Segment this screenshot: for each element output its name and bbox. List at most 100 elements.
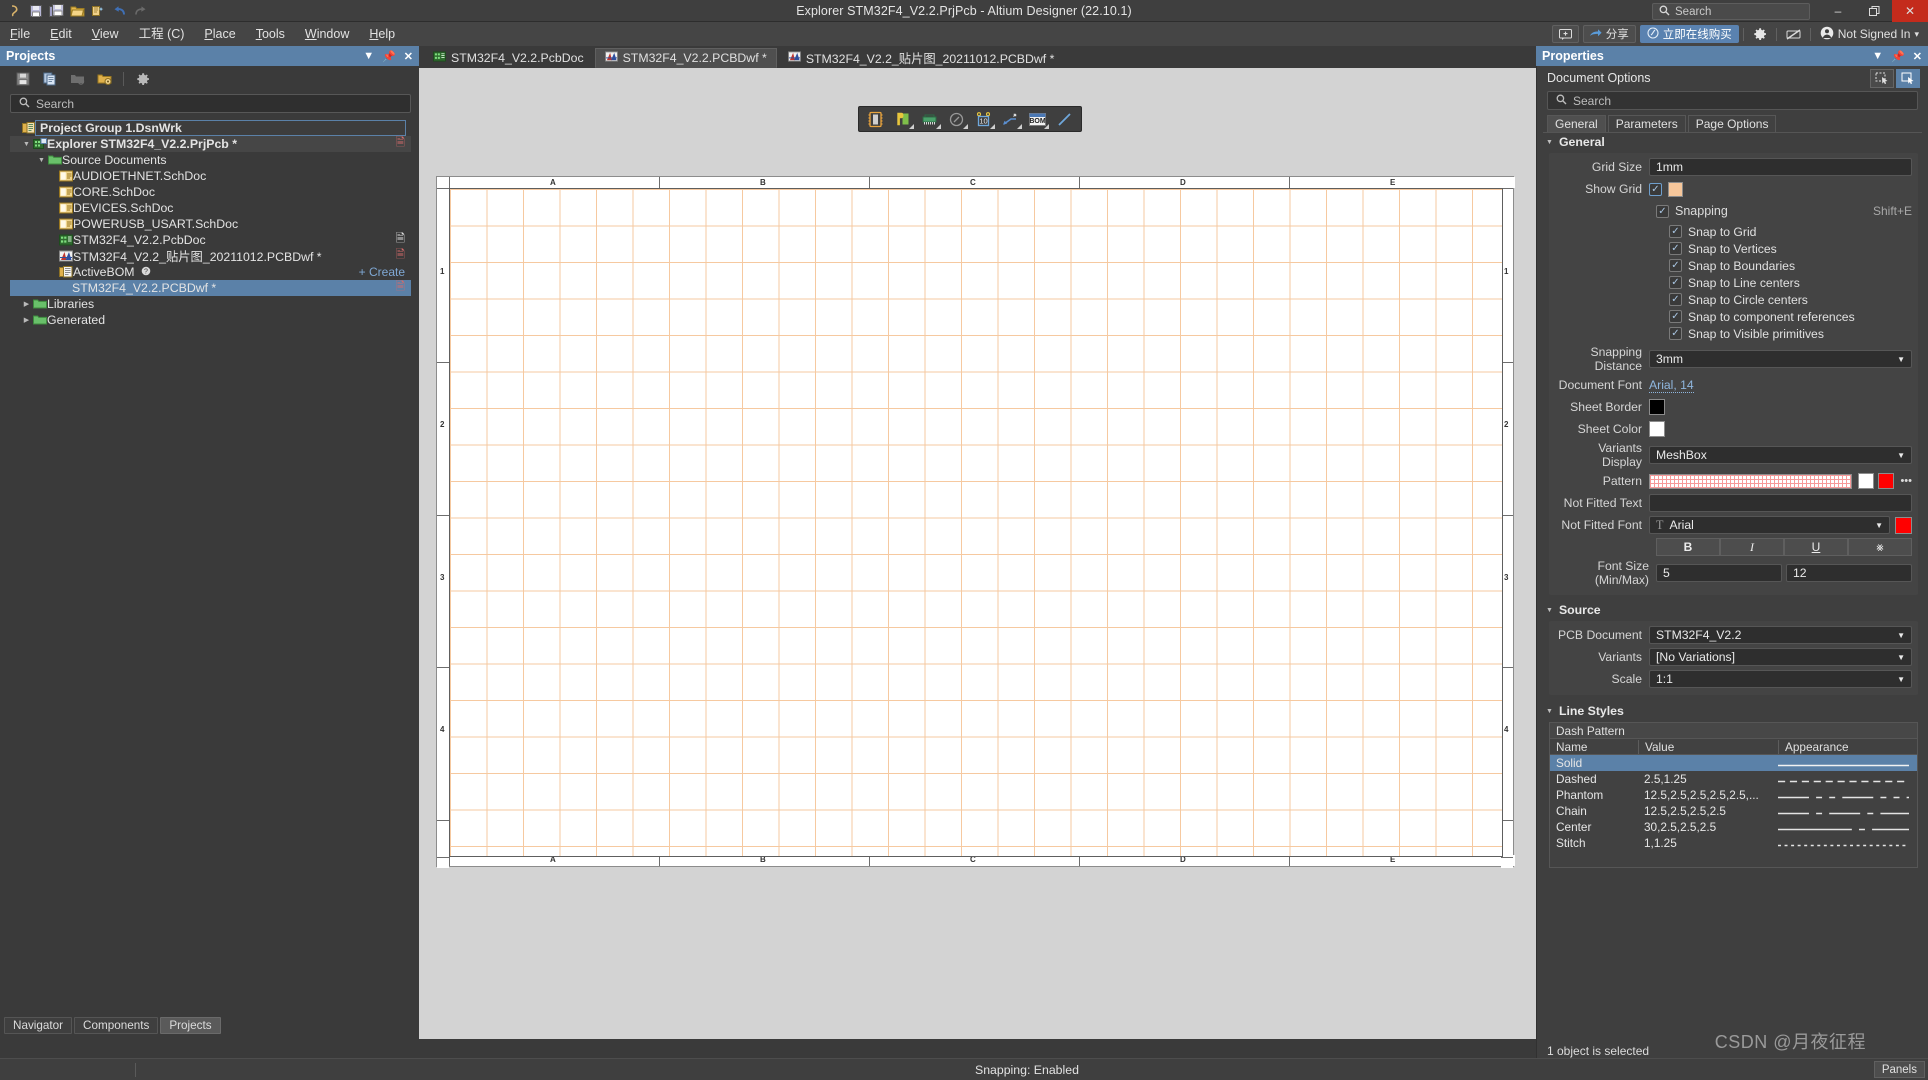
snap-to-grid-row[interactable]: ✓ Snap to Grid: [1669, 223, 1912, 240]
undo-icon[interactable]: [110, 2, 129, 20]
close-icon[interactable]: ✕: [1913, 50, 1922, 63]
tab-general[interactable]: General: [1547, 115, 1606, 132]
minimize-button[interactable]: –: [1820, 0, 1856, 22]
menu-view[interactable]: View: [82, 22, 129, 46]
open-icon[interactable]: [68, 2, 87, 20]
not-fitted-font-combo[interactable]: T Arial ▼: [1649, 516, 1890, 534]
snap-to-visible-primitives-row[interactable]: ✓ Snap to Visible primitives: [1669, 325, 1912, 342]
account-button[interactable]: Not Signed In ▾: [1815, 26, 1924, 43]
doc-tab-pcbdoc[interactable]: STM32F4_V2.2.PcbDoc: [423, 48, 594, 68]
snap-to-boundaries-checkbox[interactable]: ✓: [1669, 259, 1682, 272]
expand-icon[interactable]: ▶: [21, 316, 32, 324]
project-options-icon[interactable]: [96, 71, 112, 87]
strikethrough-button[interactable]: ⨳: [1848, 538, 1912, 556]
global-search-input[interactable]: Search: [1652, 3, 1810, 20]
snap-to-line-centers-row[interactable]: ✓ Snap to Line centers: [1669, 274, 1912, 291]
select-all-button[interactable]: [1896, 68, 1920, 88]
scale-combo[interactable]: 1:1 ▼: [1649, 670, 1912, 688]
save-icon[interactable]: [26, 2, 45, 20]
tree-item-audioethnet[interactable]: AUDIOETHNET.SchDoc: [10, 168, 411, 184]
close-icon[interactable]: ✕: [404, 50, 413, 63]
share-button[interactable]: 分享: [1582, 25, 1636, 43]
snapping-checkbox[interactable]: ✓: [1656, 204, 1669, 218]
tree-item-pcbdoc[interactable]: STM32F4_V2.2.PcbDoc 🗎: [10, 232, 411, 248]
menu-place[interactable]: Place: [194, 22, 245, 46]
not-fitted-font-color-swatch[interactable]: [1895, 516, 1912, 534]
pcb-document-combo[interactable]: STM32F4_V2.2 ▼: [1649, 626, 1912, 644]
expand-icon[interactable]: ▶: [21, 300, 32, 308]
table-row-center[interactable]: Center 30,2.5,2.5,2.5: [1550, 819, 1917, 835]
quick-access-toolbar[interactable]: [0, 2, 150, 20]
board-fabrication-icon[interactable]: [917, 108, 942, 130]
projects-search-input[interactable]: Search: [10, 94, 411, 113]
menu-file[interactable]: File: [0, 22, 40, 46]
draftsman-placement-toolbar[interactable]: 10 BOM: [858, 106, 1082, 132]
copy-icon[interactable]: [42, 71, 58, 87]
menu-help[interactable]: Help: [359, 22, 405, 46]
save-icon[interactable]: [15, 71, 31, 87]
table-row-phantom[interactable]: Phantom 12.5,2.5,2.5,2.5,2.5,...: [1550, 787, 1917, 803]
tree-item-activebom[interactable]: ActiveBOM ? + Create: [10, 264, 411, 280]
variants-display-combo[interactable]: MeshBox ▼: [1649, 446, 1912, 464]
menu-edit[interactable]: Edit: [40, 22, 82, 46]
tab-page-options[interactable]: Page Options: [1687, 115, 1777, 132]
callout-icon[interactable]: [998, 108, 1023, 130]
snap-to-component-references-row[interactable]: ✓ Snap to component references: [1669, 308, 1912, 325]
tab-components[interactable]: Components: [74, 1016, 159, 1034]
collapse-icon[interactable]: ▼: [36, 157, 47, 164]
gear-icon[interactable]: [135, 71, 151, 87]
line-icon[interactable]: [1052, 108, 1077, 130]
tree-item-generated[interactable]: ▶ Generated: [10, 312, 411, 328]
extensions-button[interactable]: [1781, 28, 1806, 41]
pattern-more-button[interactable]: •••: [1900, 475, 1912, 487]
maximize-button[interactable]: [1856, 0, 1892, 22]
panels-button[interactable]: Panels: [1873, 1061, 1925, 1078]
snap-to-component-references-checkbox[interactable]: ✓: [1669, 310, 1682, 323]
tree-item-powerusb-usart[interactable]: POWERUSB_USART.SchDoc: [10, 216, 411, 232]
collapse-icon[interactable]: ▼: [21, 141, 32, 148]
draftsman-canvas[interactable]: A B C D E A B C D E 1 2 3 4 1 2 3 4: [419, 68, 1536, 1039]
font-size-min-input[interactable]: 5: [1656, 564, 1782, 582]
doc-tab-pcbdwf-cn[interactable]: STM32F4_V2.2_贴片图_20211012.PCBDwf *: [777, 48, 1065, 68]
select-similar-button[interactable]: [1870, 68, 1894, 88]
grid-size-input[interactable]: 1mm: [1649, 158, 1912, 176]
open-project-icon[interactable]: [89, 2, 108, 20]
table-row-dashed[interactable]: Dashed 2.5,1.25: [1550, 771, 1917, 787]
tree-item-draftsman-cn[interactable]: STM32F4_V2.2_贴片图_20211012.PCBDwf * 🗎: [10, 248, 411, 264]
tree-item-devices[interactable]: DEVICES.SchDoc: [10, 200, 411, 216]
sheet-border-color-swatch[interactable]: [1649, 399, 1665, 415]
sheet-color-swatch[interactable]: [1649, 421, 1665, 437]
table-row-solid[interactable]: Solid: [1550, 755, 1917, 771]
snap-to-vertices-checkbox[interactable]: ✓: [1669, 242, 1682, 255]
buy-online-button[interactable]: 立即在线购买: [1639, 25, 1739, 43]
snap-to-visible-primitives-checkbox[interactable]: ✓: [1669, 327, 1682, 340]
menu-tools[interactable]: Tools: [246, 22, 295, 46]
italic-button[interactable]: I: [1720, 538, 1784, 556]
snap-to-grid-checkbox[interactable]: ✓: [1669, 225, 1682, 238]
pattern-color-b-swatch[interactable]: [1878, 473, 1895, 489]
bom-table-icon[interactable]: BOM: [1025, 108, 1050, 130]
pattern-preview[interactable]: [1649, 473, 1853, 489]
snap-to-vertices-row[interactable]: ✓ Snap to Vertices: [1669, 240, 1912, 257]
tree-item-pcbdwf-selected[interactable]: STM32F4_V2.2.PCBDwf * 🗎: [10, 280, 411, 296]
help-icon[interactable]: ?: [141, 265, 151, 279]
drawing-sheet[interactable]: A B C D E A B C D E 1 2 3 4 1 2 3 4: [436, 176, 1515, 868]
feedback-button[interactable]: [1551, 25, 1579, 43]
bold-button[interactable]: B: [1656, 538, 1720, 556]
snap-to-circle-centers-row[interactable]: ✓ Snap to Circle centers: [1669, 291, 1912, 308]
snap-to-line-centers-checkbox[interactable]: ✓: [1669, 276, 1682, 289]
doc-tab-pcbdwf[interactable]: STM32F4_V2.2.PCBDwf *: [594, 48, 777, 68]
properties-search-input[interactable]: Search: [1547, 91, 1918, 110]
section-header-general[interactable]: ▼ General: [1537, 133, 1928, 151]
dimension-icon[interactable]: 10: [971, 108, 996, 130]
tree-item-core[interactable]: CORE.SchDoc: [10, 184, 411, 200]
board-assembly-icon[interactable]: [890, 108, 915, 130]
snap-to-circle-centers-checkbox[interactable]: ✓: [1669, 293, 1682, 306]
tab-navigator[interactable]: Navigator: [4, 1016, 73, 1034]
variants-combo[interactable]: [No Variations] ▼: [1649, 648, 1912, 666]
menu-project[interactable]: 工程 (C): [129, 22, 195, 46]
altium-logo-icon[interactable]: [5, 2, 24, 20]
table-row-chain[interactable]: Chain 12.5,2.5,2.5,2.5: [1550, 803, 1917, 819]
not-fitted-text-input[interactable]: [1649, 494, 1912, 512]
tree-item-workspace[interactable]: Project Group 1.DsnWrk: [10, 120, 411, 136]
